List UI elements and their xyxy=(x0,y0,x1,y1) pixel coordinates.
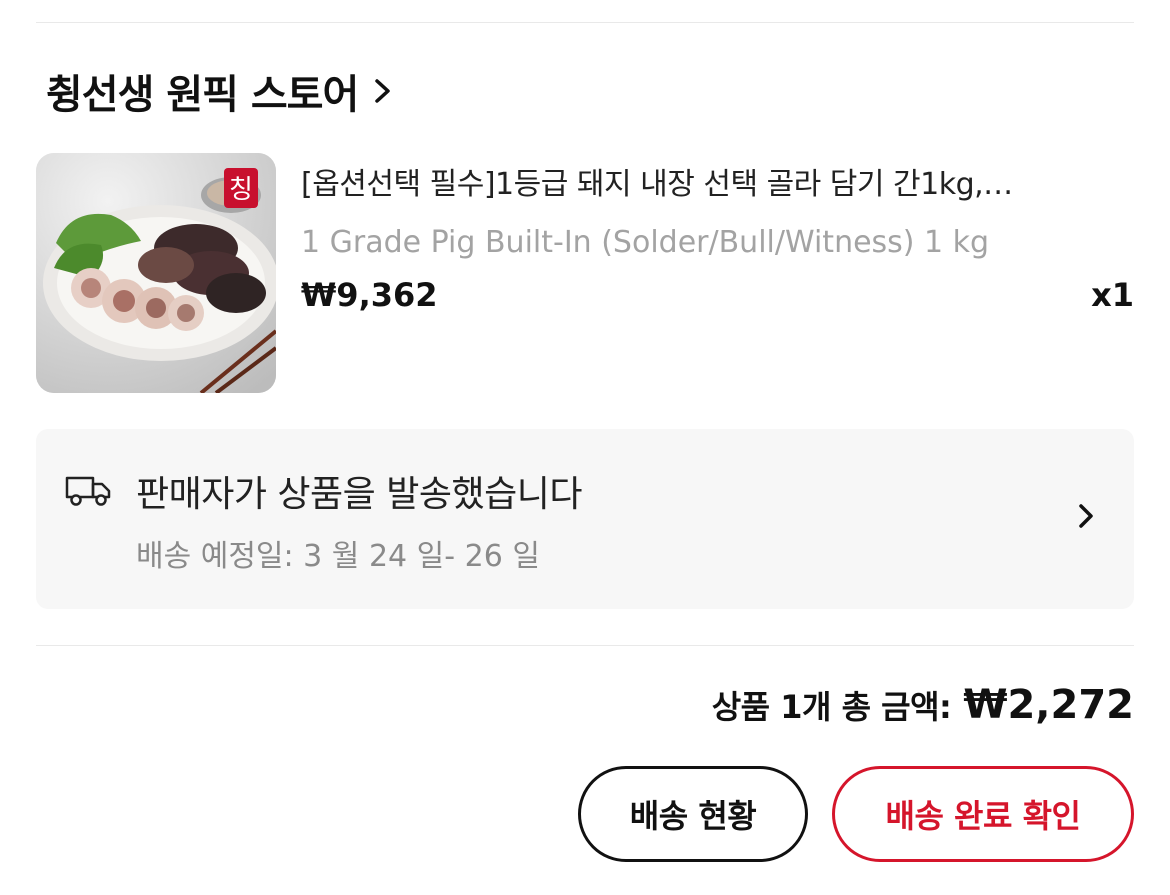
product-item[interactable]: 칭 [옵션선택 필수]1등급 돼지 내장 선택 골라 담기 간1kg,… 1 G… xyxy=(36,153,1134,393)
store-link[interactable]: 췽선생 원픽 스토어 xyxy=(46,62,394,120)
confirm-delivery-button[interactable]: 배송 완료 확인 xyxy=(832,766,1134,862)
product-subtitle: 1 Grade Pig Built-In (Solder/Bull/Witnes… xyxy=(301,225,990,260)
order-total: 상품 1개 총 금액: ₩2,272 xyxy=(712,682,1134,728)
product-price: ₩9,362 xyxy=(301,276,438,314)
chevron-right-icon xyxy=(1079,504,1093,528)
total-label: 상품 1개 총 금액: xyxy=(711,688,952,726)
shipping-status-text: 판매자가 상품을 발송했습니다 xyxy=(136,474,582,515)
food-plate-image: 칭 xyxy=(36,153,276,393)
store-name: 췽선생 원픽 스토어 xyxy=(46,72,359,118)
chevron-right-icon xyxy=(375,79,391,103)
order-card: 췽선생 원픽 스토어 칭 [옵션선택 필수]1등급 돼지 내장 선택 골라 담기… xyxy=(0,0,1170,895)
estimated-delivery: 배송 예정일: 3 월 24 일- 26 일 xyxy=(136,539,540,574)
track-shipment-button[interactable]: 배송 현황 xyxy=(578,766,808,862)
product-info: [옵션선택 필수]1등급 돼지 내장 선택 골라 담기 간1kg,… 1 Gra… xyxy=(301,159,1134,314)
product-title[interactable]: [옵션선택 필수]1등급 돼지 내장 선택 골라 담기 간1kg,… xyxy=(301,159,1101,203)
svg-text:칭: 칭 xyxy=(229,175,253,205)
product-thumbnail[interactable]: 칭 xyxy=(36,153,276,393)
truck-icon xyxy=(65,476,111,506)
product-quantity: x1 xyxy=(1091,276,1134,314)
total-amount: ₩2,272 xyxy=(963,682,1134,728)
price-row: ₩9,362 x1 xyxy=(301,276,1134,314)
shipping-status-card[interactable]: 판매자가 상품을 발송했습니다 배송 예정일: 3 월 24 일- 26 일 xyxy=(36,429,1134,609)
section-divider xyxy=(36,645,1134,646)
top-divider xyxy=(36,22,1134,23)
